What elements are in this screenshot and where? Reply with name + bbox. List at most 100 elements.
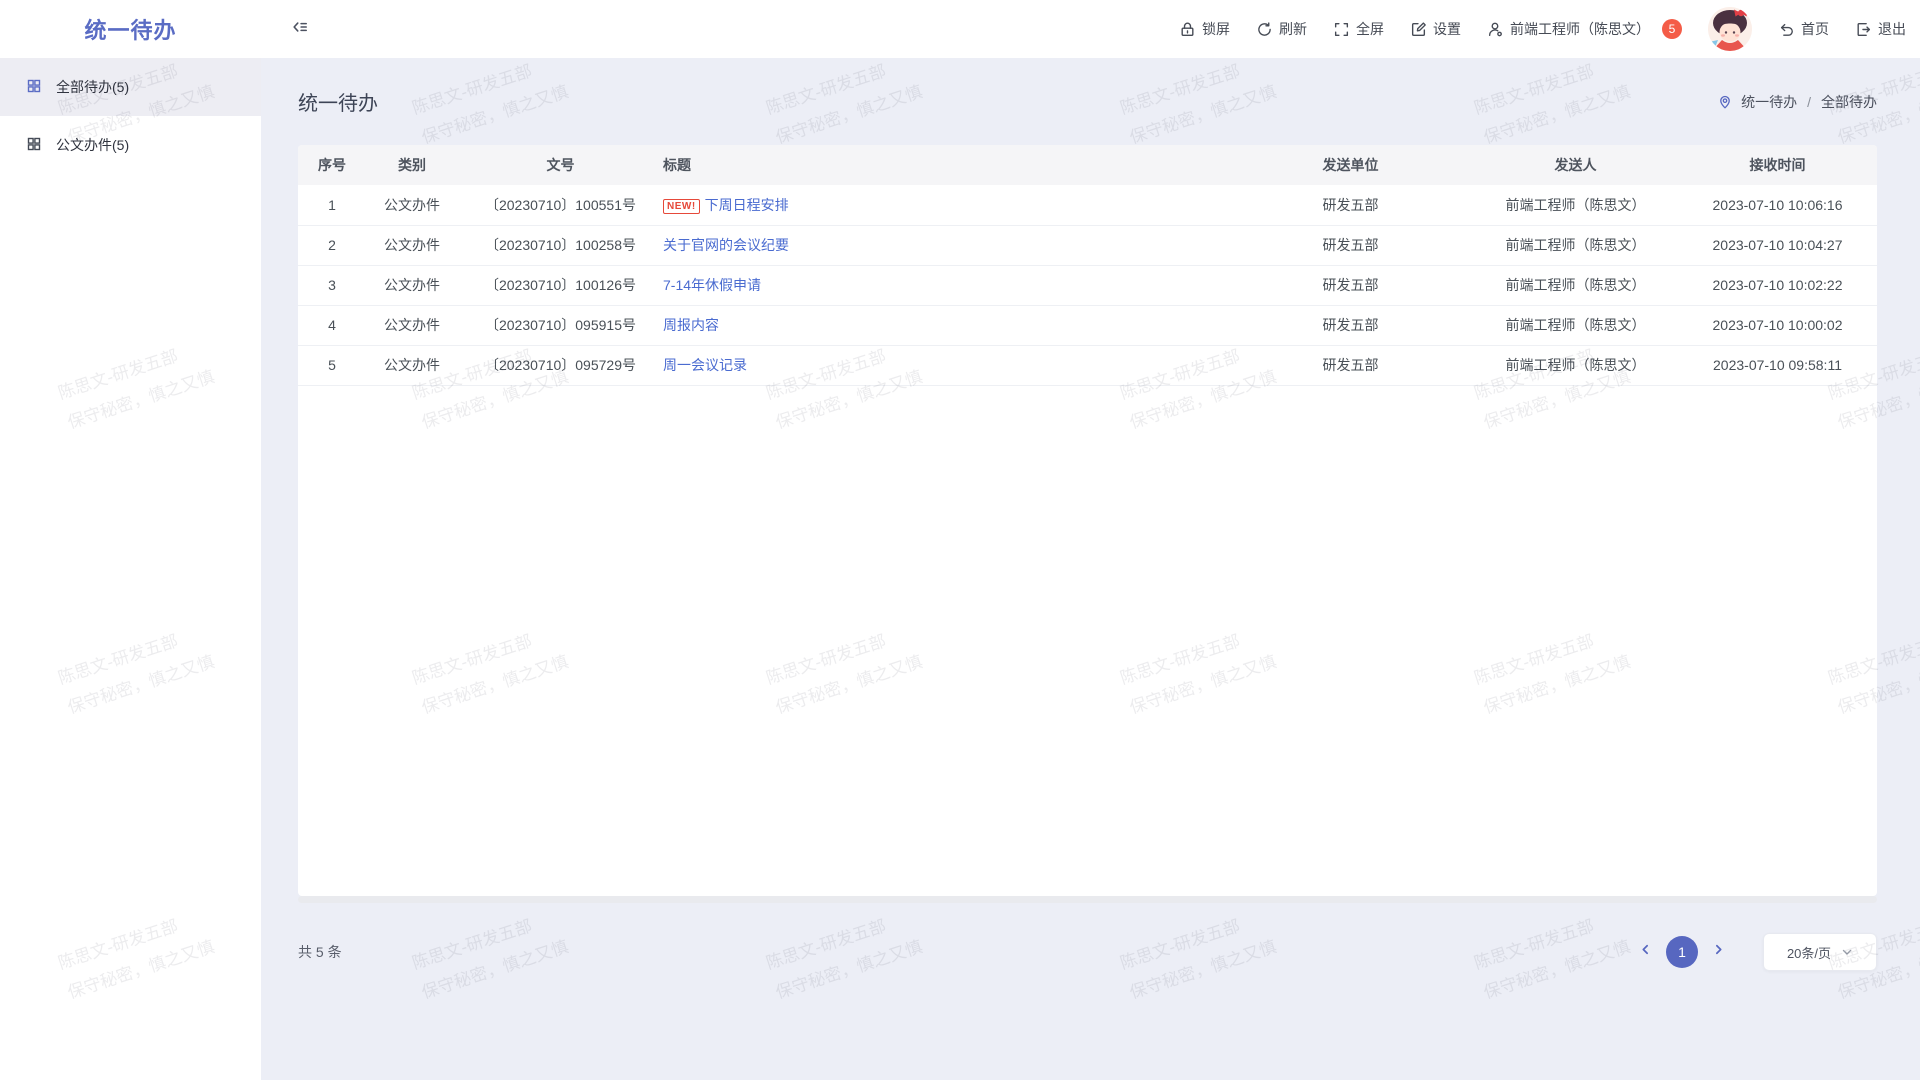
- sidebar: 全部待办(5) 公文办件(5): [0, 58, 261, 1080]
- logout-label: 退出: [1878, 19, 1906, 39]
- menu-fold-icon: [291, 18, 309, 41]
- breadcrumb-item[interactable]: 全部待办: [1821, 92, 1877, 112]
- prev-page-button[interactable]: [1639, 943, 1652, 961]
- table-row: 5 公文办件 〔20230710〕095729号 周一会议记录 研发五部 前端工…: [298, 345, 1877, 385]
- settings-button[interactable]: 设置: [1410, 19, 1461, 39]
- refresh-button[interactable]: 刷新: [1256, 19, 1307, 39]
- cell-title: NEW! 下周日程安排: [663, 185, 1228, 225]
- fullscreen-label: 全屏: [1356, 19, 1384, 39]
- new-badge: NEW!: [663, 199, 700, 214]
- cell-time: 2023-07-10 10:06:16: [1678, 185, 1877, 225]
- cell-category: 公文办件: [366, 265, 458, 305]
- cell-time: 2023-07-10 09:58:11: [1678, 345, 1877, 385]
- total-count: 共 5 条: [298, 942, 342, 962]
- page-size-select[interactable]: 20条/页: [1763, 933, 1877, 971]
- sidebar-item-all-todos[interactable]: 全部待办(5): [0, 58, 261, 116]
- cell-unit: 研发五部: [1228, 265, 1473, 305]
- refresh-icon: [1256, 21, 1273, 38]
- app-logo: 统一待办: [0, 13, 261, 45]
- page-number-button[interactable]: 1: [1666, 936, 1698, 968]
- page-size-value: 20条/页: [1787, 943, 1831, 962]
- todo-count-badge: 5: [1662, 19, 1682, 39]
- home-label: 首页: [1801, 19, 1829, 39]
- todo-title-link[interactable]: 周报内容: [663, 317, 719, 333]
- cell-title: 周报内容: [663, 305, 1228, 345]
- cell-unit: 研发五部: [1228, 345, 1473, 385]
- cell-category: 公文办件: [366, 305, 458, 345]
- cell-unit: 研发五部: [1228, 305, 1473, 345]
- sidebar-item-label: 全部待办(5): [56, 77, 129, 97]
- sidebar-item-official-docs[interactable]: 公文办件(5): [0, 116, 261, 174]
- table-body: 1 公文办件 〔20230710〕100551号 NEW!下周日程安排 研发五部…: [298, 185, 1877, 385]
- col-header-unit: 发送单位: [1228, 145, 1473, 185]
- current-user[interactable]: 前端工程师（陈思文）: [1487, 19, 1650, 39]
- user-name: 前端工程师（陈思文）: [1510, 19, 1650, 39]
- settings-label: 设置: [1433, 19, 1461, 39]
- todo-title-link[interactable]: 7-14年休假申请: [663, 277, 761, 293]
- col-header-title: 标题: [663, 145, 1228, 185]
- main-content: 统一待办 统一待办 / 全部待办 序号 类别 文号 标题: [261, 58, 1920, 1080]
- cell-unit: 研发五部: [1228, 185, 1473, 225]
- cell-time: 2023-07-10 10:00:02: [1678, 305, 1877, 345]
- lock-screen-button[interactable]: 锁屏: [1179, 19, 1230, 39]
- cell-sender: 前端工程师（陈思文）: [1473, 305, 1678, 345]
- todo-table: 序号 类别 文号 标题 发送单位 发送人 接收时间 1 公文办件 〔202307…: [298, 145, 1877, 386]
- user-avatar[interactable]: [1708, 7, 1752, 51]
- next-page-button[interactable]: [1712, 943, 1725, 961]
- cell-title: 关于官网的会议纪要: [663, 225, 1228, 265]
- breadcrumb-separator: /: [1807, 94, 1811, 110]
- undo-arrow-icon: [1778, 21, 1795, 38]
- breadcrumb-item[interactable]: 统一待办: [1741, 92, 1797, 112]
- sidebar-collapse-button[interactable]: [291, 18, 309, 41]
- cell-time: 2023-07-10 10:04:27: [1678, 225, 1877, 265]
- table-header-row: 序号 类别 文号 标题 发送单位 发送人 接收时间: [298, 145, 1877, 185]
- cell-time: 2023-07-10 10:02:22: [1678, 265, 1877, 305]
- cell-category: 公文办件: [366, 345, 458, 385]
- col-header-sender: 发送人: [1473, 145, 1678, 185]
- horizontal-scrollbar-track[interactable]: [298, 896, 1877, 903]
- todo-title-link[interactable]: 下周日程安排: [705, 197, 789, 213]
- cell-index: 4: [298, 305, 366, 345]
- cell-category: 公文办件: [366, 185, 458, 225]
- header-toolbar: 锁屏 刷新 全屏 设置: [1179, 7, 1906, 51]
- table-row: 3 公文办件 〔20230710〕100126号 7-14年休假申请 研发五部 …: [298, 265, 1877, 305]
- cell-sender: 前端工程师（陈思文）: [1473, 185, 1678, 225]
- edit-square-icon: [1410, 21, 1427, 38]
- breadcrumb: 统一待办 / 全部待办: [1717, 92, 1877, 112]
- cell-index: 5: [298, 345, 366, 385]
- grid-icon: [26, 78, 42, 97]
- app-header: 统一待办 锁屏 刷新: [0, 0, 1920, 58]
- lock-screen-label: 锁屏: [1202, 19, 1230, 39]
- cell-index: 2: [298, 225, 366, 265]
- cell-title: 周一会议记录: [663, 345, 1228, 385]
- cell-index: 3: [298, 265, 366, 305]
- grid-icon: [26, 136, 42, 155]
- pagination: 1 20条/页: [1639, 933, 1877, 971]
- todo-title-link[interactable]: 周一会议记录: [663, 357, 747, 373]
- fullscreen-button[interactable]: 全屏: [1333, 19, 1384, 39]
- table-row: 1 公文办件 〔20230710〕100551号 NEW!下周日程安排 研发五部…: [298, 185, 1877, 225]
- cell-index: 1: [298, 185, 366, 225]
- cell-sender: 前端工程师（陈思文）: [1473, 225, 1678, 265]
- chevron-right-icon: [1712, 943, 1725, 961]
- todo-title-link[interactable]: 关于官网的会议纪要: [663, 237, 789, 253]
- col-header-time: 接收时间: [1678, 145, 1877, 185]
- location-pin-icon: [1717, 94, 1733, 110]
- sidebar-item-label: 公文办件(5): [56, 135, 129, 155]
- logout-button[interactable]: 退出: [1855, 19, 1906, 39]
- cell-doc-no: 〔20230710〕095729号: [458, 345, 663, 385]
- page-title: 统一待办: [298, 87, 378, 116]
- logout-icon: [1855, 21, 1872, 38]
- lock-icon: [1179, 21, 1196, 38]
- table-row: 2 公文办件 〔20230710〕100258号 关于官网的会议纪要 研发五部 …: [298, 225, 1877, 265]
- chevron-down-icon: [1841, 946, 1853, 958]
- cell-sender: 前端工程师（陈思文）: [1473, 345, 1678, 385]
- table-row: 4 公文办件 〔20230710〕095915号 周报内容 研发五部 前端工程师…: [298, 305, 1877, 345]
- fullscreen-icon: [1333, 21, 1350, 38]
- user-icon: [1487, 21, 1504, 38]
- cell-sender: 前端工程师（陈思文）: [1473, 265, 1678, 305]
- cell-category: 公文办件: [366, 225, 458, 265]
- home-button[interactable]: 首页: [1778, 19, 1829, 39]
- col-header-index: 序号: [298, 145, 366, 185]
- cell-unit: 研发五部: [1228, 225, 1473, 265]
